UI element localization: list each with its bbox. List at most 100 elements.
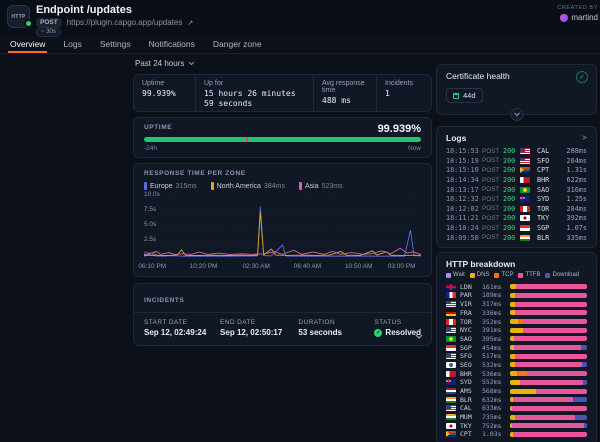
incident-expand-chevron[interactable] [415,327,423,345]
legend-north-america[interactable]: North America 384ms [211,182,285,190]
breakdown-row: FRA336ms [446,309,587,318]
breakdown-stacked-bar [510,310,587,315]
bar-segment-download [583,380,587,385]
breakdown-total-time: 517ms [482,352,510,360]
series-line-north-america [144,212,421,256]
x-axis-tick: 06:10 PM [138,263,166,270]
tab-settings[interactable]: Settings [98,39,133,53]
legend-asia[interactable]: Asia 523ms [299,182,343,190]
log-row[interactable]: 18:15:10POST200CPT1.31s [446,166,587,176]
bar-segment-ttfb [515,362,583,367]
log-status: 200 [503,224,520,232]
country-flag-icon [446,353,456,359]
legend-europe[interactable]: Europe 315ms [144,182,197,190]
breakdown-stacked-bar [510,432,587,437]
breakdown-stacked-bar [510,406,587,411]
log-row[interactable]: 18:13:17POST200SAO316ms [446,185,587,195]
certificate-days: 44d [463,91,476,100]
tab-logs[interactable]: Logs [61,39,83,53]
breakdown-stacked-bar [510,423,587,428]
incident-status: STATUS ✓ Resolved [374,319,421,337]
uptime-bar-fill [144,137,421,142]
log-location-code: SGP [537,224,558,232]
country-flag-icon [446,319,456,325]
breakdown-row: CPT1.03s [446,430,587,439]
breakdown-row: SEO532ms [446,361,587,370]
bar-segment-dns [510,389,536,394]
external-link-icon[interactable]: ↗ [187,19,193,27]
breakdown-total-time: 1.03s [482,430,510,438]
log-time: 18:10:24 [446,224,482,232]
breakdown-total-time: 352ms [482,318,510,326]
log-row[interactable]: 18:10:24POST200SGP1.07s [446,223,587,233]
breakdown-total-time: 552ms [482,378,510,386]
log-row[interactable]: 18:15:53POST200CAL288ms [446,147,587,157]
incidents-title: INCIDENTS [144,297,184,304]
shield-check-icon: ✓ [576,71,588,83]
breakdown-legend-wait: Wait [446,272,465,278]
bar-segment-ttfb [515,415,575,420]
response-chart-xaxis: 06:10 PM10:20 PM02:30 AM06:40 AM10:50 AM… [144,263,421,272]
log-duration: 1.25s [558,195,587,203]
log-row[interactable]: 18:15:19POST200SFO264ms [446,156,587,166]
breakdown-stacked-bar [510,389,587,394]
log-row[interactable]: 18:12:02POST200TOR284ms [446,204,587,214]
breakdown-location-code: BHR [460,370,482,378]
log-method: POST [482,196,503,203]
uptime-incident-marker [246,137,248,142]
certificate-card: Certificate health ✓ 44d [436,64,597,115]
breakdown-location-code: SFO [460,352,482,360]
series-line-europe [144,207,421,257]
log-method: POST [482,205,503,212]
tab-danger-zone[interactable]: Danger zone [211,39,264,53]
endpoint-url[interactable]: https://plugin.capgo.app/updates [67,18,183,27]
http-breakdown-legend: WaitDNSTCPTTFBDownload [446,272,587,278]
certificate-expand-button[interactable] [510,108,523,121]
country-flag-icon [446,292,456,298]
stat-label: Up for [204,80,305,87]
main-column: Past 24 hours Uptime 99.939% Up for 15 h… [133,54,432,346]
log-duration: 288ms [558,147,587,155]
log-duration: 622ms [558,176,587,184]
time-range-selector[interactable]: Past 24 hours [135,59,430,68]
log-method: POST [482,215,503,222]
legend-label: Wait [453,272,465,278]
log-status: 200 [503,195,520,203]
chevron-down-icon [513,112,520,117]
log-status: 200 [503,186,520,194]
breakdown-location-code: TOR [460,318,482,326]
breakdown-row: AMS568ms [446,387,587,396]
log-time: 18:15:10 [446,166,482,174]
log-row[interactable]: 18:12:32POST200SYD1.25s [446,194,587,204]
breakdown-legend-ttfb: TTFB [518,272,540,278]
bar-segment-ttfb [512,406,587,411]
country-flag-icon [520,167,530,173]
log-row[interactable]: 18:14:34POST200BHR622ms [446,175,587,185]
breakdown-row: VIR317ms [446,300,587,309]
bar-segment-ttfb [520,380,583,385]
chevron-down-icon [188,61,195,66]
incident-row[interactable]: START DATE Sep 12, 02:49:24 END DATE Sep… [134,313,431,345]
breakdown-row: BLR632ms [446,395,587,404]
legend-label: TCP [501,272,513,278]
breakdown-stacked-bar [510,362,587,367]
country-flag-icon [446,423,456,429]
breakdown-location-code: PAR [460,291,482,299]
monitor-dashboard: HTTP Endpoint /updates POST https://plug… [0,0,600,442]
log-row[interactable]: 18:11:21POST200TKY392ms [446,214,587,224]
uptime-axis-start: -24h [144,145,157,152]
incident-end-date: END DATE Sep 12, 02:50:17 [220,319,298,337]
tab-notifications[interactable]: Notifications [147,39,197,53]
log-row[interactable]: 18:09:50POST200BLR335ms [446,233,587,243]
tab-overview[interactable]: Overview [8,39,47,53]
log-time: 18:09:50 [446,234,482,242]
stat-value: 488 ms [322,96,368,106]
tab-bar: Overview Logs Settings Notifications Dan… [0,36,600,54]
breakdown-total-time: 161ms [482,283,510,291]
logs-open-chevron[interactable]: > [582,133,587,142]
country-flag-icon [446,336,456,342]
country-flag-icon [520,177,530,183]
response-chart-legend: Europe 315ms North America 384ms Asia 52… [144,182,421,190]
method-badge: POST [36,18,62,27]
calendar-icon [453,93,459,99]
